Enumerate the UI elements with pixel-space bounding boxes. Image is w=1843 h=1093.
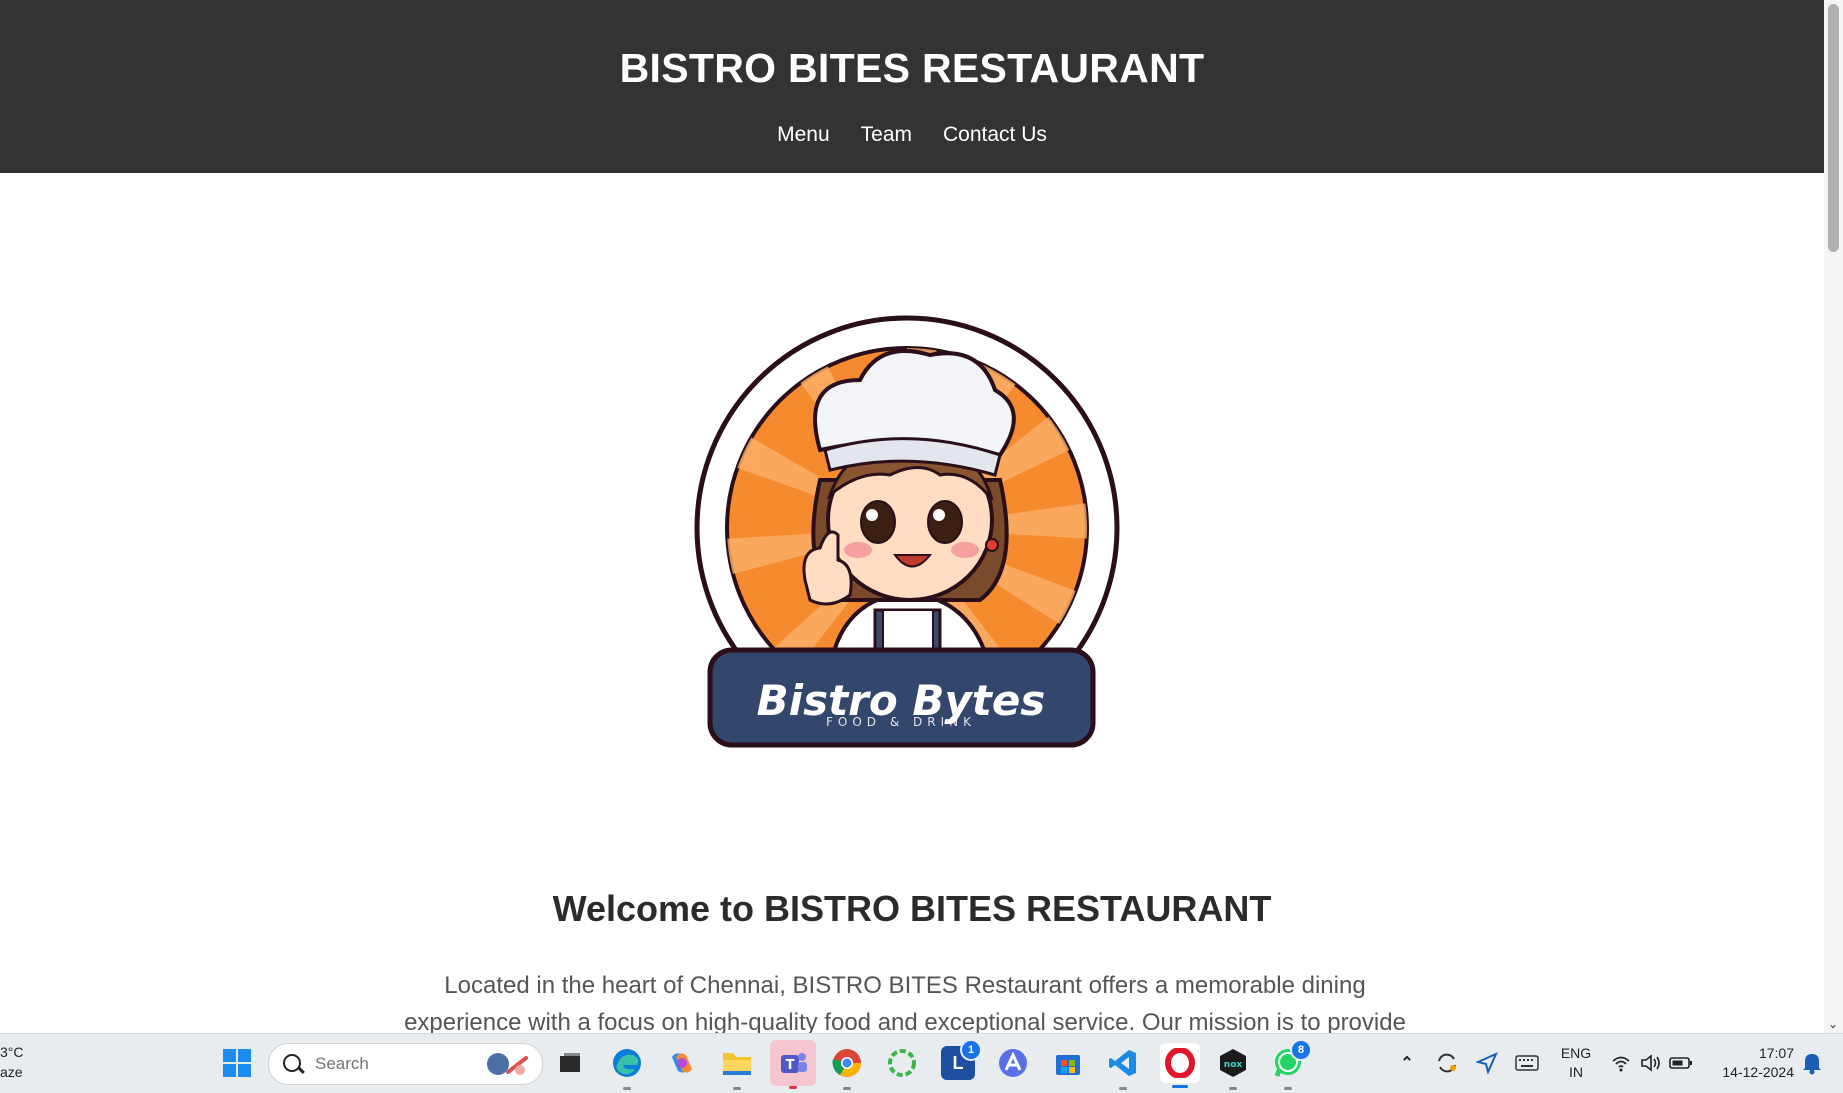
- keyboard-icon[interactable]: [1510, 1046, 1544, 1080]
- scrollbar-thumb[interactable]: [1828, 4, 1839, 252]
- weather-widget[interactable]: 3°C aze: [0, 1042, 24, 1082]
- language-indicator[interactable]: ENG IN: [1557, 1044, 1595, 1082]
- page-scrollbar[interactable]: ⌄: [1824, 0, 1843, 1033]
- nox-icon[interactable]: nox: [1216, 1046, 1250, 1090]
- site-nav: Menu Team Contact Us: [0, 122, 1824, 148]
- a-app-icon[interactable]: [996, 1046, 1030, 1080]
- search-icon: [283, 1054, 301, 1072]
- show-hidden-icons-icon[interactable]: ⌃: [1390, 1046, 1424, 1080]
- language-code: ENG: [1560, 1045, 1592, 1061]
- opera-icon[interactable]: [1160, 1043, 1200, 1088]
- taskbar-search[interactable]: [268, 1043, 543, 1085]
- weather-temp: 3°C: [0, 1044, 24, 1060]
- battery-icon[interactable]: [1664, 1046, 1698, 1080]
- windows-start-icon[interactable]: [220, 1046, 254, 1080]
- clock-date: 14-12-2024: [1722, 1064, 1794, 1080]
- scroll-down-arrow-icon[interactable]: ⌄: [1828, 1017, 1838, 1031]
- search-input[interactable]: [313, 1053, 467, 1075]
- logo-tagline: FOOD & DRINK: [826, 715, 976, 729]
- circle-app-icon[interactable]: [885, 1046, 919, 1080]
- clock[interactable]: 17:07 14-12-2024: [1706, 1044, 1794, 1082]
- whatsapp-badge: 8: [1290, 1039, 1312, 1061]
- vscode-icon[interactable]: [1106, 1046, 1140, 1090]
- wifi-icon[interactable]: [1604, 1046, 1638, 1080]
- browser-page: BISTRO BITES RESTAURANT Menu Team Contac…: [0, 0, 1824, 1033]
- taskbar: 3°C aze T: [0, 1033, 1843, 1093]
- svg-text:nox: nox: [1224, 1060, 1243, 1070]
- nav-link-menu[interactable]: Menu: [777, 122, 830, 148]
- copilot-icon[interactable]: [665, 1046, 699, 1080]
- restaurant-logo: Bistro Bytes FOOD & DRINK: [690, 310, 1130, 760]
- clock-time: 17:07: [1758, 1045, 1794, 1061]
- site-title: BISTRO BITES RESTAURANT: [619, 45, 1205, 91]
- svg-text:T: T: [786, 1058, 795, 1073]
- teams-icon[interactable]: T: [770, 1040, 816, 1089]
- location-icon[interactable]: [1470, 1046, 1504, 1080]
- search-highlight-icon: [487, 1053, 528, 1075]
- site-header: BISTRO BITES RESTAURANT Menu Team Contac…: [0, 0, 1824, 173]
- nav-link-team[interactable]: Team: [861, 122, 912, 148]
- task-view-icon[interactable]: [553, 1046, 587, 1080]
- l-app-badge: 1: [960, 1039, 982, 1061]
- sync-icon[interactable]: [1430, 1046, 1464, 1080]
- intro-paragraph: Located in the heart of Chennai, BISTRO …: [404, 972, 1406, 1033]
- notification-bell-icon[interactable]: [1795, 1046, 1829, 1080]
- whatsapp-icon[interactable]: 8: [1271, 1039, 1312, 1090]
- weather-desc: aze: [0, 1064, 23, 1080]
- nav-link-contact-us[interactable]: Contact Us: [943, 122, 1047, 148]
- welcome-heading: Welcome to BISTRO BITES RESTAURANT: [552, 888, 1272, 929]
- chef-logo-icon: Bistro Bytes FOOD & DRINK: [694, 315, 1120, 748]
- volume-icon[interactable]: [1634, 1046, 1668, 1080]
- chrome-icon[interactable]: [830, 1046, 864, 1090]
- edge-icon[interactable]: [610, 1046, 644, 1090]
- l-app-icon[interactable]: L 1: [941, 1039, 982, 1080]
- region-code: IN: [1569, 1064, 1583, 1080]
- store-icon[interactable]: [1051, 1046, 1085, 1080]
- file-explorer-icon[interactable]: [720, 1046, 754, 1090]
